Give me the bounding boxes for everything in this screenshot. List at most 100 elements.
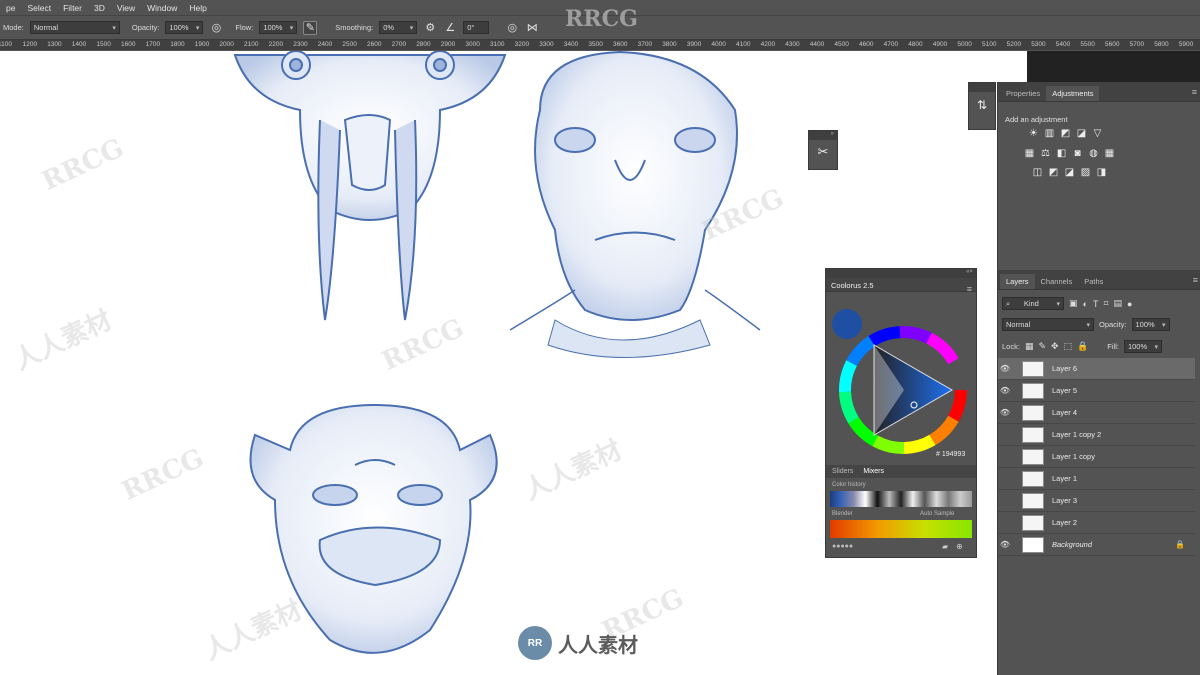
add-swatch-icon[interactable]: ⊕ [956, 542, 963, 551]
angle-field[interactable]: 0° [463, 21, 490, 34]
panel-menu-icon[interactable]: ≡ [1193, 275, 1198, 285]
threshold-icon[interactable]: ◪ [1064, 167, 1075, 178]
logo-mark: RR [518, 626, 552, 660]
panel-header [969, 83, 995, 92]
layers-panel: Layers Channels Paths ≡ ⌕ Kind ▣ ◐ T ⌗ ▤ … [998, 270, 1200, 675]
color-wheel[interactable] [834, 321, 972, 459]
panel-menu-icon[interactable]: ≡ [1192, 87, 1197, 97]
menu-item-filter[interactable]: Filter [57, 3, 88, 13]
gradient-map-icon[interactable]: ▨ [1080, 167, 1091, 178]
mode-dropdown[interactable]: Normal [29, 21, 120, 34]
color-balance-icon[interactable]: ⚖ [1040, 148, 1051, 159]
visibility-eye-icon[interactable]: 👁 [998, 540, 1012, 549]
coolorus-panel[interactable]: «× Coolorus 2.5 ≡ # 194993 Sliders Mixer… [825, 268, 977, 558]
lock-label: Lock: [1002, 342, 1020, 351]
layer-row[interactable]: Layer 1 copy 2 [998, 424, 1195, 446]
lock-pixels-icon[interactable]: ✎ [1038, 341, 1046, 352]
black-white-icon[interactable]: ◧ [1056, 148, 1067, 159]
gear-icon[interactable]: ⚙ [423, 21, 437, 35]
layer-thumbnail [1022, 536, 1044, 553]
scissors-icon[interactable]: ✂ [809, 140, 837, 160]
channel-mixer-icon[interactable]: ◍ [1088, 148, 1099, 159]
airbrush-icon[interactable]: ✎ [303, 20, 318, 35]
layer-name: Background [1052, 540, 1093, 549]
tab-layers[interactable]: Layers [1000, 274, 1035, 289]
filter-pixel-icon[interactable]: ▣ [1069, 298, 1078, 309]
levels-icon[interactable]: ▥ [1044, 128, 1055, 139]
layer-row[interactable]: Layer 2 [998, 512, 1195, 534]
menu-item-help[interactable]: Help [183, 3, 212, 13]
tab-channels[interactable]: Channels [1035, 274, 1079, 289]
curves-icon[interactable]: ◩ [1060, 128, 1071, 139]
visibility-eye-icon[interactable]: 👁 [998, 386, 1012, 395]
tab-paths[interactable]: Paths [1078, 274, 1109, 289]
layer-row[interactable]: Layer 1 copy [998, 446, 1195, 468]
blender-strip[interactable] [830, 520, 972, 538]
photo-filter-icon[interactable]: ◙ [1072, 148, 1083, 159]
properties-icon[interactable]: ⇅ [969, 92, 995, 112]
tab-adjustments[interactable]: Adjustments [1046, 86, 1100, 101]
pressure-opacity-icon[interactable]: ◎ [209, 21, 223, 35]
posterize-icon[interactable]: ◩ [1048, 167, 1059, 178]
filter-type-icon[interactable]: T [1093, 299, 1099, 309]
menu-item-select[interactable]: Select [21, 3, 57, 13]
filter-smart-icon[interactable]: ▤ [1114, 298, 1123, 309]
tab-mixers[interactable]: Mixers [863, 468, 884, 475]
hue-saturation-icon[interactable]: ▦ [1024, 148, 1035, 159]
smoothing-field[interactable]: 0% [379, 21, 418, 34]
opacity-field[interactable]: 100% [165, 21, 204, 34]
watermark-logo: RR 人人素材 [518, 626, 638, 660]
ruler-tick: 3400 [563, 41, 579, 48]
layer-thumbnail [1022, 360, 1044, 377]
filter-adjustment-icon[interactable]: ◐ [1083, 299, 1088, 309]
pressure-size-icon[interactable]: ◎ [505, 21, 519, 35]
kind-label: Kind [1023, 299, 1039, 308]
layer-row[interactable]: 👁 Layer 5 [998, 380, 1195, 402]
fill-field[interactable]: 100% [1123, 340, 1162, 353]
lock-all-icon[interactable]: 🔒 [1077, 341, 1088, 352]
lock-transparency-icon[interactable]: ▦ [1025, 341, 1034, 352]
ruler-tick: 1100 [0, 41, 12, 48]
visibility-eye-icon[interactable]: 👁 [998, 408, 1012, 417]
lock-position-icon[interactable]: ✥ [1051, 341, 1059, 352]
folder-icon[interactable]: ▰ [942, 542, 948, 551]
ruler-tick: 5400 [1055, 41, 1071, 48]
color-lookup-icon[interactable]: ▦ [1104, 148, 1115, 159]
layer-row[interactable]: 👁 Layer 4 [998, 402, 1195, 424]
filter-toggle-icon[interactable]: ● [1127, 299, 1132, 309]
brightness-icon[interactable]: ☀ [1028, 128, 1039, 139]
filter-shape-icon[interactable]: ⌗ [1103, 298, 1108, 309]
layer-row[interactable]: 👁 Layer 6 [998, 358, 1195, 380]
layer-row[interactable]: Layer 3 [998, 490, 1195, 512]
menu-item-type[interactable]: pe [0, 3, 21, 13]
tab-sliders[interactable]: Sliders [832, 468, 853, 475]
kind-filter-dropdown[interactable]: ⌕ Kind [1002, 297, 1064, 310]
sketch-creature-tusked [233, 51, 507, 321]
ruler-tick: 2500 [342, 41, 357, 48]
layer-row[interactable]: 👁 Background 🔒 [998, 534, 1195, 556]
menu-item-3d[interactable]: 3D [88, 3, 111, 13]
selective-color-icon[interactable]: ◨ [1096, 167, 1107, 178]
blend-mode-dropdown[interactable]: Normal [1002, 318, 1094, 331]
floating-tool-panel[interactable]: » ✂ [808, 130, 838, 170]
menu-item-view[interactable]: View [111, 3, 141, 13]
exposure-icon[interactable]: ◪ [1076, 128, 1087, 139]
menu-item-window[interactable]: Window [141, 3, 183, 13]
layer-name: Layer 6 [1052, 364, 1078, 373]
tab-properties[interactable]: Properties [1000, 86, 1046, 101]
layer-thumbnail [1022, 382, 1044, 399]
vibrance-icon[interactable]: ▽ [1092, 128, 1103, 139]
symmetry-icon[interactable]: ⋈ [525, 21, 539, 35]
flow-field[interactable]: 100% [259, 21, 298, 34]
layer-row[interactable]: Layer 1 [998, 468, 1195, 490]
visibility-eye-icon[interactable]: 👁 [998, 364, 1012, 373]
invert-icon[interactable]: ◫ [1032, 167, 1043, 178]
lock-artboard-icon[interactable]: ⬚ [1064, 341, 1073, 352]
lock-row: Lock: ▦ ✎ ✥ ⬚ 🔒 Fill: 100% [1002, 340, 1162, 353]
panel-menu-icon[interactable]: ≡ [967, 284, 972, 294]
layer-opacity-field[interactable]: 100% [1131, 318, 1170, 331]
hex-readout[interactable]: # 194993 [936, 451, 965, 458]
color-history-strip[interactable] [830, 491, 972, 507]
layer-name: Layer 1 copy [1052, 452, 1095, 461]
ruler-tick: 4600 [859, 41, 874, 48]
